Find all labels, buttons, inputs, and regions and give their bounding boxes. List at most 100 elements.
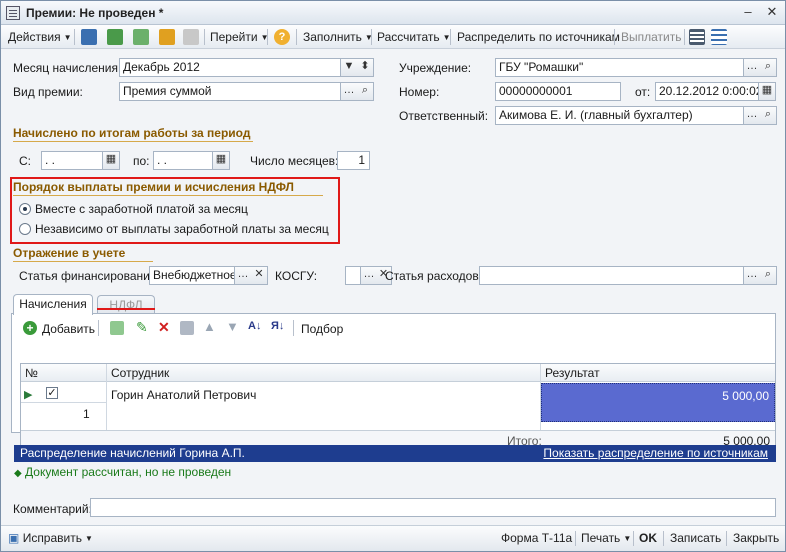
bonus-type-select-button[interactable]: …: [341, 82, 358, 101]
search-icon: ⌕: [764, 108, 772, 120]
minimize-button[interactable]: –: [739, 4, 757, 21]
column-result[interactable]: Результат: [545, 366, 600, 380]
radio-independent[interactable]: [19, 223, 31, 235]
expense-field[interactable]: [479, 266, 744, 285]
radio-with-salary[interactable]: [19, 203, 31, 215]
row-result: 5 000,00: [722, 389, 769, 403]
save-icon[interactable]: [81, 29, 97, 45]
edit-icon[interactable]: ✎: [136, 319, 148, 336]
responsible-field[interactable]: Акимова Е. И. (главный бухгалтер): [495, 106, 744, 125]
move-down-icon[interactable]: ▼: [226, 319, 239, 334]
to-calendar-button[interactable]: ▦: [213, 151, 230, 170]
title-bar: Премии: Не проведен * – ✕: [1, 1, 785, 25]
months-label: Число месяцев:: [250, 154, 339, 168]
month-spin-button[interactable]: ⬍: [357, 58, 374, 77]
row-result-cell[interactable]: 5 000,00: [541, 383, 775, 422]
financing-select-button[interactable]: …: [235, 266, 252, 285]
search-icon: ⌕: [764, 60, 772, 72]
add-button[interactable]: Добавить: [42, 322, 95, 336]
distribute-button[interactable]: Распределить по источникам: [457, 28, 620, 46]
structure-icon[interactable]: [711, 29, 727, 45]
add-icon[interactable]: +: [23, 321, 37, 335]
close-button[interactable]: Закрыть: [733, 531, 779, 545]
delete-icon[interactable]: ✕: [158, 319, 170, 336]
form-t11a-button[interactable]: Форма Т-11а: [501, 531, 572, 545]
financing-label: Статья финансирования:: [19, 269, 160, 283]
sort-desc-icon[interactable]: Я↓: [271, 320, 284, 332]
refresh-icon[interactable]: [107, 29, 123, 45]
actions-menu[interactable]: Действия ▼: [8, 28, 72, 46]
move-up-icon[interactable]: ▲: [203, 319, 216, 334]
ellipsis-icon: …: [746, 60, 758, 72]
from-date-field[interactable]: . .: [41, 151, 103, 170]
month-label: Месяц начисления:: [13, 61, 122, 75]
goto-menu[interactable]: Перейти ▼: [210, 28, 268, 46]
show-distribution-link[interactable]: Показать распределение по источникам: [543, 445, 768, 462]
tabs-area: + Добавить ✎ ✕ ▲ ▼ A↓ Я↓ Подбор № Сотруд…: [11, 294, 776, 450]
expense-select-button[interactable]: …: [744, 266, 761, 285]
to-date-field[interactable]: . .: [153, 151, 213, 170]
sort-asc-icon[interactable]: A↓: [248, 320, 261, 332]
help-icon[interactable]: ?: [274, 29, 290, 45]
print-label: Печать: [581, 531, 621, 545]
bonus-type-open-button[interactable]: ⌕: [357, 82, 374, 101]
institution-select-button[interactable]: …: [744, 58, 761, 77]
table-row[interactable]: ▶ ✓ 1 Горин Анатолий Петрович 5 000,00: [21, 383, 775, 422]
ellipsis-icon: …: [343, 84, 355, 96]
date-field[interactable]: 20.12.2012 0:00:02: [655, 82, 759, 101]
info-icon: ◆: [14, 468, 22, 479]
ok-button[interactable]: OK: [639, 531, 657, 545]
fill-menu[interactable]: Заполнить ▼: [303, 28, 373, 46]
save-button[interactable]: Записать: [670, 531, 721, 545]
responsible-open-button[interactable]: ⌕: [760, 106, 777, 125]
comment-label: Комментарий:: [13, 502, 92, 516]
fix-menu[interactable]: ▣ Исправить ▼: [8, 531, 93, 545]
radio-independent-label[interactable]: Независимо от выплаты заработной платы з…: [35, 222, 329, 236]
financing-clear-button[interactable]: ✕: [251, 266, 268, 285]
ndfl-tab-highlight: [97, 308, 155, 310]
pay-button[interactable]: Выплатить: [621, 28, 682, 46]
calendar-icon: ▦: [761, 84, 773, 96]
financing-field[interactable]: Внебюджетное: [149, 266, 235, 285]
radio-with-salary-label[interactable]: Вместе с заработной платой за месяц: [35, 202, 248, 216]
list-icon[interactable]: [689, 29, 705, 45]
goto-label: Перейти: [210, 30, 258, 44]
search-icon: ⌕: [764, 268, 772, 280]
payment-order-section-title: Порядок выплаты премии и исчисления НДФЛ: [13, 180, 294, 194]
comment-field[interactable]: [90, 498, 776, 517]
bonus-type-field[interactable]: Премия суммой: [119, 82, 341, 101]
expense-open-button[interactable]: ⌕: [760, 266, 777, 285]
month-dropdown-button[interactable]: ▼: [341, 58, 358, 77]
date-calendar-button[interactable]: ▦: [759, 82, 776, 101]
institution-field[interactable]: ГБУ "Ромашки": [495, 58, 744, 77]
kosgu-field[interactable]: [345, 266, 361, 285]
months-field[interactable]: 1: [337, 151, 370, 170]
window: Премии: Не проведен * – ✕ Действия ▼ Пере…: [0, 0, 786, 552]
status-text: Документ рассчитан, но не проведен: [25, 465, 232, 479]
calculate-menu[interactable]: Рассчитать ▼: [377, 28, 451, 46]
number-field[interactable]: 00000000001: [495, 82, 621, 101]
unpost-icon[interactable]: [183, 29, 199, 45]
row-employee[interactable]: Горин Анатолий Петрович: [111, 388, 256, 402]
end-edit-icon[interactable]: [180, 321, 194, 335]
select-button[interactable]: Подбор: [301, 322, 343, 336]
post-icon[interactable]: [159, 29, 175, 45]
accruals-tab-panel: + Добавить ✎ ✕ ▲ ▼ A↓ Я↓ Подбор № Сотруд…: [11, 313, 776, 450]
chevron-down-icon: ▼: [343, 60, 355, 72]
column-num[interactable]: №: [25, 366, 38, 380]
print-menu[interactable]: Печать ▼: [581, 531, 631, 545]
row-checkbox[interactable]: ✓: [46, 387, 58, 399]
institution-open-button[interactable]: ⌕: [760, 58, 777, 77]
from-calendar-button[interactable]: ▦: [103, 151, 120, 170]
close-window-button[interactable]: ✕: [763, 4, 781, 21]
month-field[interactable]: Декабрь 2012: [119, 58, 341, 77]
copy-icon[interactable]: [133, 29, 149, 45]
tab-accruals[interactable]: Начисления: [13, 294, 93, 315]
column-employee[interactable]: Сотрудник: [111, 366, 169, 380]
bottom-bar: ▣ Исправить ▼ Форма Т-11а Печать ▼ OK Запи…: [1, 525, 785, 551]
ellipsis-icon: …: [363, 268, 375, 280]
copy-row-icon[interactable]: [110, 321, 124, 335]
responsible-select-button[interactable]: …: [744, 106, 761, 125]
chevron-down-icon: ▼: [63, 33, 72, 42]
tab-ndfl[interactable]: НДФЛ: [97, 295, 155, 313]
